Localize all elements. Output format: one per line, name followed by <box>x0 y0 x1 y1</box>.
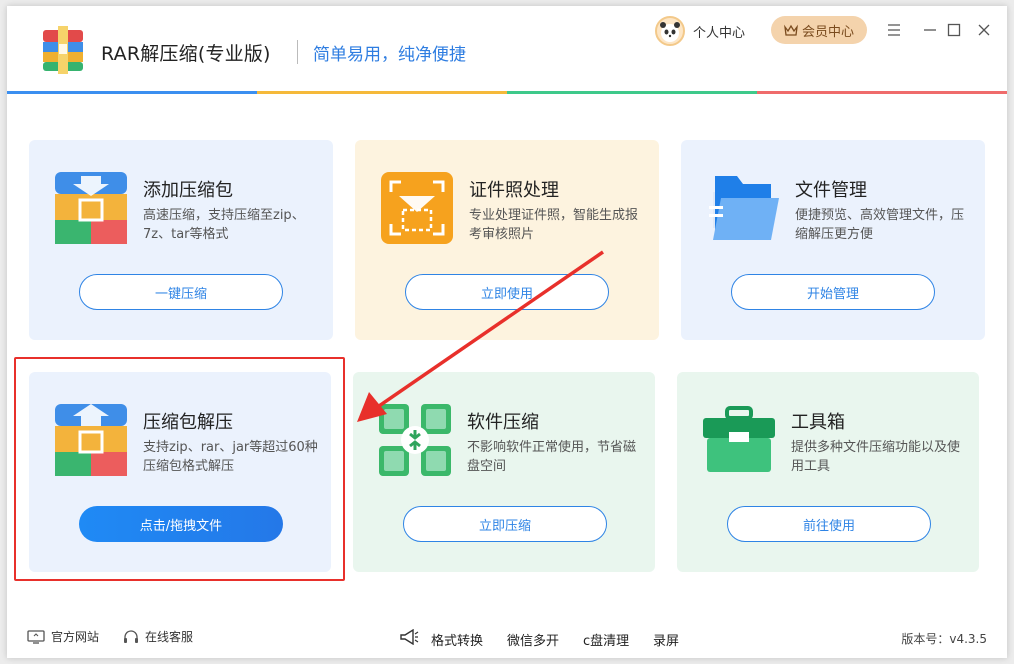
wechat-multi-link[interactable]: 微信多开 <box>507 630 559 649</box>
official-website-link[interactable]: 官方网站 <box>27 628 99 645</box>
footer: 官方网站 在线客服 格式转换 微信多开 c盘清理 录屏 版本号：v4.3.5 <box>7 620 1007 654</box>
app-window: RAR解压缩(专业版) 简单易用，纯净便捷 个人中心 会员中心 添加压缩包 高速… <box>7 6 1007 658</box>
format-convert-link[interactable]: 格式转换 <box>431 630 483 649</box>
megaphone-icon <box>400 629 419 645</box>
version-label: 版本号：v4.3.5 <box>901 632 987 646</box>
c-drive-clean-link[interactable]: c盘清理 <box>583 630 629 649</box>
annotation-arrow-icon <box>357 250 604 422</box>
online-support-link[interactable]: 在线客服 <box>123 628 193 645</box>
online-support-label: 在线客服 <box>145 630 194 644</box>
headset-icon <box>124 629 138 643</box>
monitor-icon <box>27 629 45 644</box>
official-website-label: 官方网站 <box>51 630 100 644</box>
screen-record-link[interactable]: 录屏 <box>653 630 679 649</box>
